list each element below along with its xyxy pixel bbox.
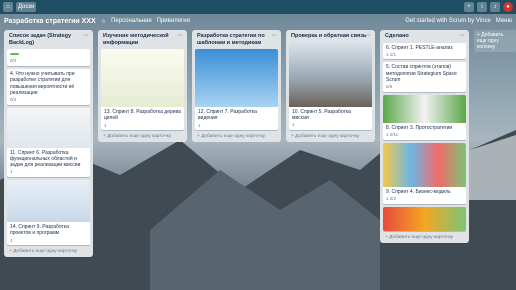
menu-button[interactable]: Меню	[496, 18, 512, 24]
list-title[interactable]: Сделано ···	[383, 32, 466, 43]
list-item[interactable]: 13. Спринт 8. Разработка дерева целей 1	[101, 49, 184, 131]
list-item[interactable]: 14. Спринт 9. Разработка проектов и прог…	[7, 180, 90, 246]
boards-button[interactable]: Доски	[16, 2, 37, 12]
list-item[interactable]: 4. Что нужно учитывать при разработке ст…	[7, 69, 90, 105]
board-tail-link[interactable]: Get started with Scrum by Vince	[405, 18, 491, 24]
list-item[interactable]: 10. Спринт 5. Разработка миссии 1	[289, 42, 372, 130]
list-done: Сделано ··· 6. Спринт 1. PESTLE-анализ 1 1…	[380, 30, 469, 243]
list-item[interactable]: 0/4	[7, 49, 90, 67]
list-item[interactable]: 9. Спринт 4. Бизнес-модель 1 2/2	[383, 142, 466, 204]
list-templates: Разработка стратегии по шаблонам и метод…	[192, 30, 281, 143]
board-header: Разработка стратегии XXX ☆ Персональная …	[0, 14, 516, 28]
home-icon[interactable]: ⌂	[3, 2, 13, 12]
add-card-button[interactable]: + Добавить еще одну карточку	[101, 133, 184, 140]
add-card-button[interactable]: + Добавить еще одну карточку	[383, 234, 466, 241]
list-review: Проверка и обратная связь ··· 10. Спринт …	[286, 30, 375, 142]
list-item[interactable]: 5. Состав спринтов (этапов) методологии …	[383, 62, 466, 92]
list-item[interactable]: 6. Спринт 1. PESTLE-анализ 1 1/1	[383, 42, 466, 60]
bell-icon[interactable]: ♪	[490, 2, 500, 12]
list-item	[383, 206, 466, 231]
list-methodology: Изучение методической информации ··· 13. …	[98, 30, 187, 143]
avatar[interactable]: ●	[503, 2, 513, 12]
list-item[interactable]: 11. Спринт 6. Разработка функциональных …	[7, 107, 90, 178]
privileges-button[interactable]: Привилегии	[157, 18, 190, 24]
add-card-button[interactable]: + Добавить еще одну карточку	[195, 133, 278, 140]
add-card-button[interactable]: + Добавить еще одну карточку	[7, 248, 90, 255]
list-title[interactable]: Изучение методической информации ···	[101, 32, 184, 49]
star-icon[interactable]: ☆	[101, 18, 106, 25]
list-item[interactable]: 8. Спринт 3. Протостратегии 1 2/11	[383, 94, 466, 140]
list-title[interactable]: Проверка и обратная связь ···	[289, 32, 372, 43]
list-title[interactable]: Разработка стратегии по шаблонам и метод…	[195, 32, 278, 49]
list-item[interactable]: 12. Спринт 7. Разработка видения 1	[195, 49, 278, 131]
add-list-button[interactable]: + Добавить еще одну колонку	[474, 30, 516, 52]
add-icon[interactable]: +	[464, 2, 474, 12]
visibility-button[interactable]: Персональная	[111, 18, 152, 24]
list-title[interactable]: Список задач (Strategy BackLog) ···	[7, 32, 90, 49]
list-backlog: Список задач (Strategy BackLog) ··· 0/4 4…	[4, 30, 93, 258]
board-title[interactable]: Разработка стратегии XXX	[4, 18, 96, 25]
info-icon[interactable]: i	[477, 2, 487, 12]
add-card-button[interactable]: + Добавить еще одну карточку	[289, 133, 372, 140]
top-navbar: ⌂ Доски + i ♪ ●	[0, 0, 516, 14]
